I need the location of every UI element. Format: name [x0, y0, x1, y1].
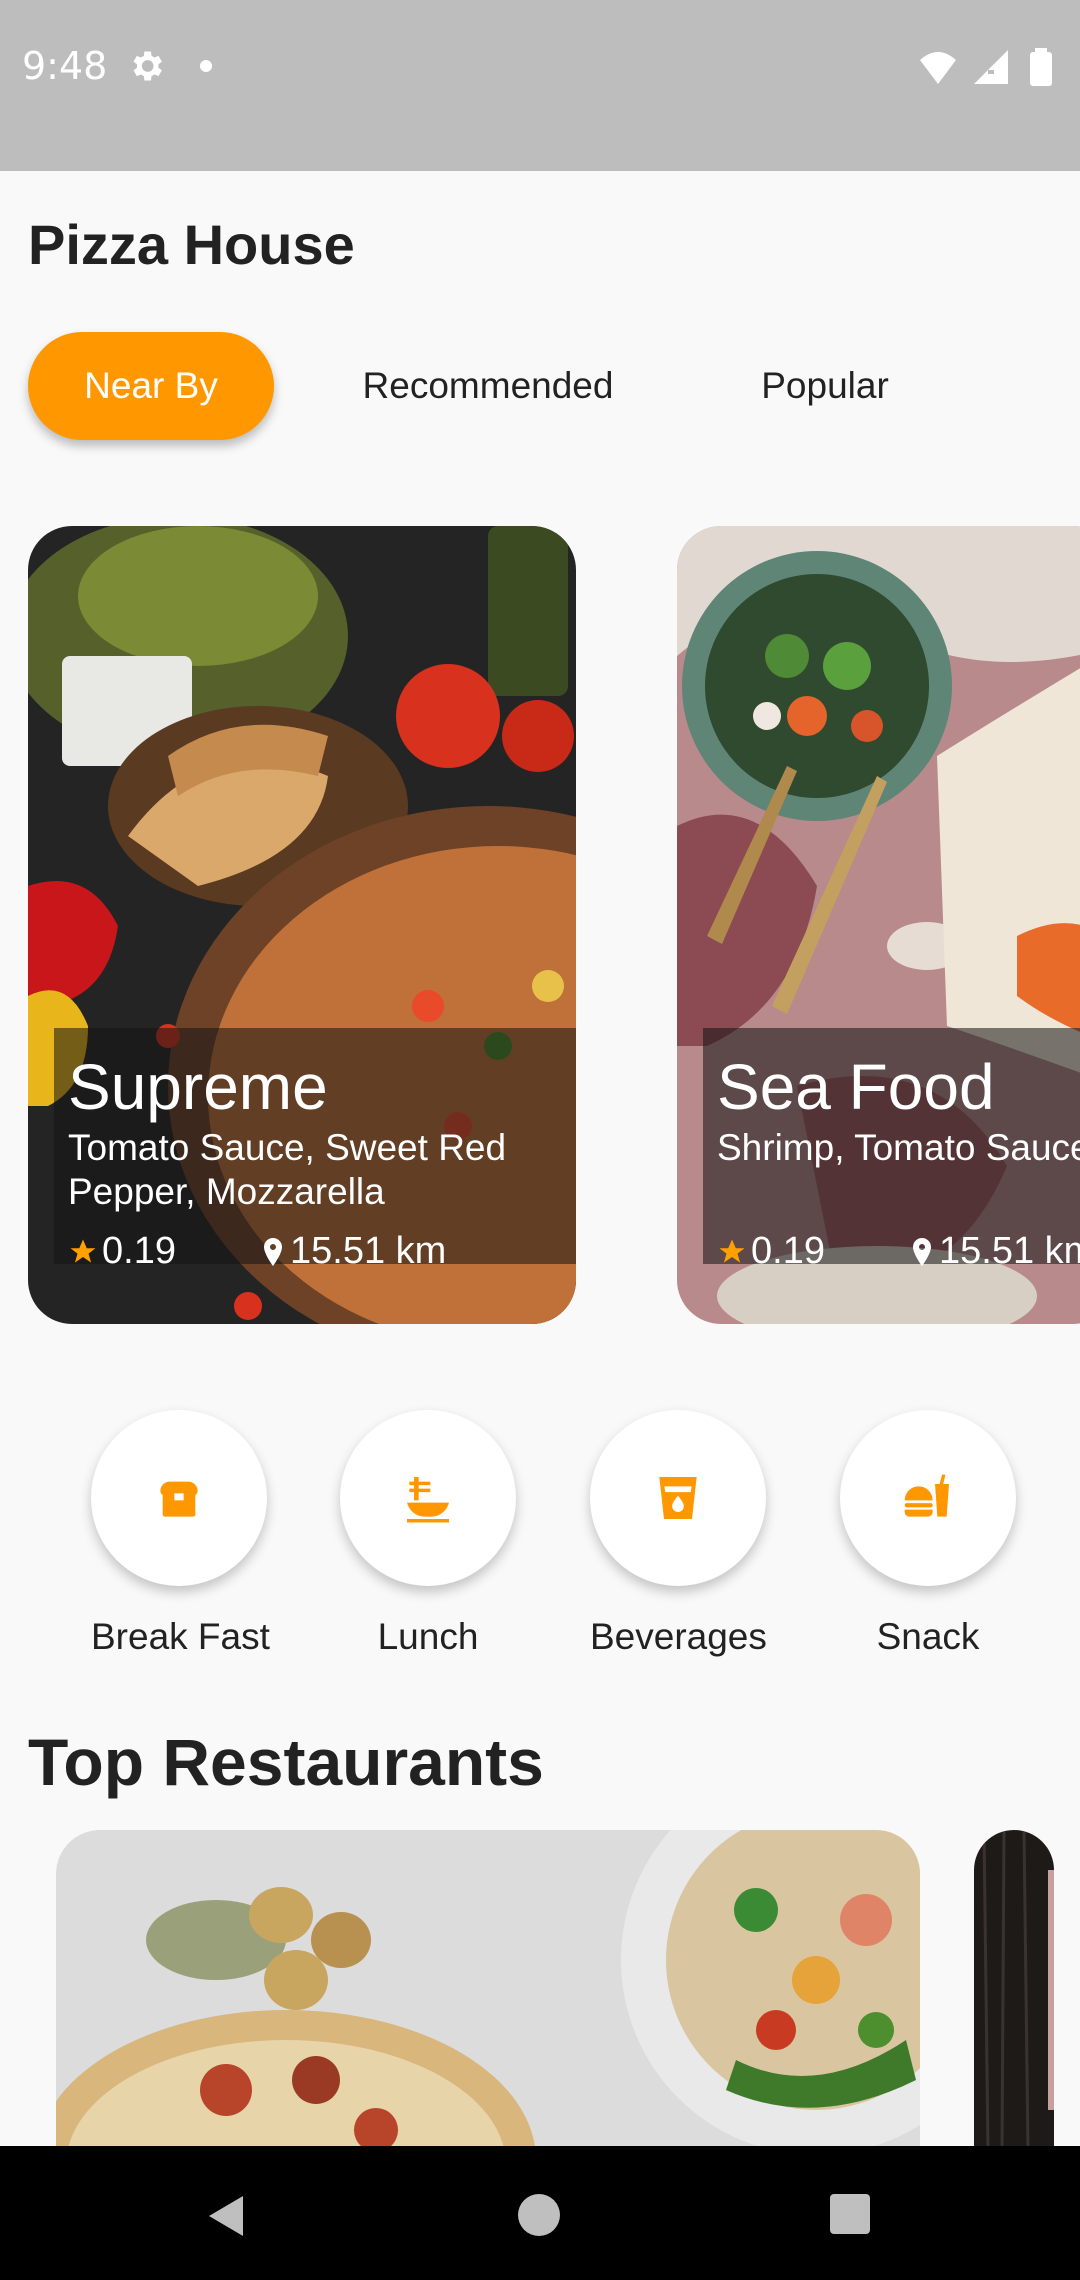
- page-title: Pizza House: [28, 213, 355, 276]
- category-button[interactable]: [91, 1410, 267, 1586]
- restaurant-card[interactable]: [974, 1830, 1054, 2150]
- category-lunch[interactable]: Lunch: [340, 1410, 516, 1658]
- category-button[interactable]: [340, 1410, 516, 1586]
- recent-apps-icon[interactable]: [830, 2194, 870, 2234]
- restaurant-card[interactable]: [56, 1830, 920, 2150]
- burger-drink-icon: [904, 1474, 949, 1517]
- system-nav-bar: [0, 2146, 1080, 2280]
- category-label: Lunch: [377, 1616, 479, 1657]
- card-rating: 0.19: [717, 1230, 825, 1273]
- category-label: Break Fast: [91, 1616, 270, 1657]
- status-time: 9:48: [22, 44, 108, 88]
- bread-icon: [160, 1481, 198, 1517]
- tab-recommended[interactable]: Recommended: [340, 332, 636, 440]
- star-icon: [719, 1239, 745, 1263]
- featured-card-supreme[interactable]: Supreme Tomato Sauce, Sweet Red Pepper, …: [28, 526, 576, 1324]
- home-icon[interactable]: [518, 2194, 560, 2236]
- category-snack[interactable]: Snack: [840, 1410, 1016, 1658]
- card-title: Supreme: [68, 1051, 328, 1123]
- rating-value: 0.19: [751, 1230, 825, 1272]
- card-rating: 0.19: [68, 1230, 176, 1273]
- back-icon[interactable]: [205, 2194, 245, 2238]
- card-distance: 15.51 km: [913, 1230, 1080, 1273]
- location-pin-icon: [913, 1237, 931, 1266]
- status-bar: 9:48: [0, 0, 1080, 171]
- rating-value: 0.19: [102, 1230, 176, 1272]
- top-restaurants-title: Top Restaurants: [28, 1725, 544, 1799]
- location-pin-icon: [264, 1237, 282, 1266]
- tab-near-by[interactable]: Near By: [28, 332, 274, 440]
- category-label: Snack: [876, 1616, 980, 1657]
- category-button[interactable]: [590, 1410, 766, 1586]
- notification-dot-icon: [200, 60, 212, 72]
- featured-card-sea-food[interactable]: Sea Food Shrimp, Tomato Sauce, Mozzarell…: [677, 526, 1080, 1324]
- system-status-icons: [920, 48, 1052, 86]
- restaurant-photo: [974, 1830, 1054, 2150]
- card-description: Tomato Sauce, Sweet Red Pepper, Mozzarel…: [68, 1127, 507, 1212]
- distance-value: 15.51 km: [290, 1230, 447, 1272]
- noodles-icon: [407, 1477, 449, 1523]
- wifi-icon: [920, 52, 956, 84]
- card-title: Sea Food: [717, 1051, 995, 1123]
- signal-icon: [974, 50, 1008, 84]
- card-distance: 15.51 km: [264, 1230, 446, 1273]
- category-beverages[interactable]: Beverages: [590, 1410, 767, 1658]
- category-break-fast[interactable]: Break Fast: [91, 1410, 270, 1658]
- category-label: Beverages: [590, 1616, 767, 1657]
- cup-icon: [659, 1477, 697, 1519]
- card-description: Shrimp, Tomato Sauce, Mozzarella: [717, 1127, 1080, 1168]
- distance-value: 15.51 km: [939, 1230, 1080, 1272]
- category-button[interactable]: [840, 1410, 1016, 1586]
- gear-icon: [133, 51, 162, 81]
- tab-popular[interactable]: Popular: [690, 332, 960, 440]
- star-icon: [70, 1239, 96, 1263]
- battery-icon: [1030, 48, 1052, 86]
- restaurant-photo: [56, 1830, 920, 2150]
